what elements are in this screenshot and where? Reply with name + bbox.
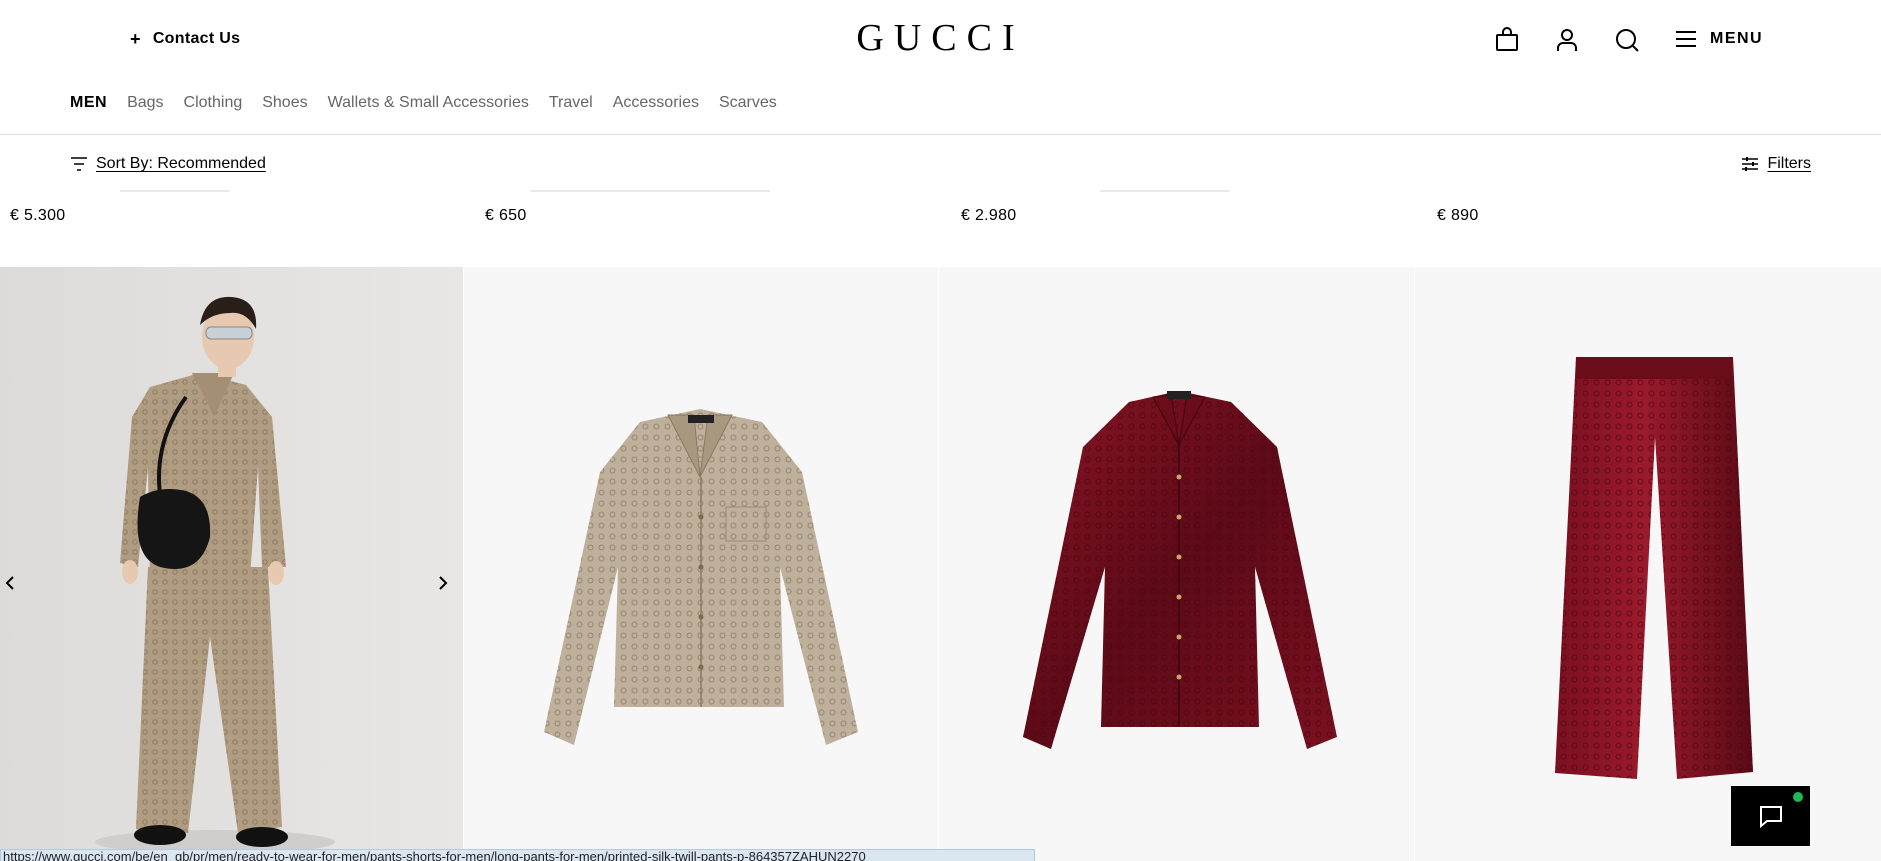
sort-button[interactable]: Sort By: Recommended bbox=[70, 155, 266, 173]
chevron-left-icon bbox=[5, 576, 14, 590]
gucci-logo[interactable]: GUCCI bbox=[848, 18, 1033, 58]
menu-button[interactable]: MENU bbox=[1674, 27, 1763, 51]
sliders-icon bbox=[1742, 157, 1759, 171]
previous-product-name-fragment bbox=[120, 190, 230, 192]
category-clothing[interactable]: Clothing bbox=[184, 94, 243, 112]
product-card-burgundy-shirt[interactable] bbox=[939, 267, 1414, 861]
site-header: + Contact Us GUCCI MENU bbox=[0, 0, 1881, 80]
category-nav: MEN Bags Clothing Shoes Wallets & Small … bbox=[70, 94, 777, 112]
category-shoes[interactable]: Shoes bbox=[262, 94, 307, 112]
product-price: € 5.300 bbox=[10, 207, 66, 224]
contact-us-label: Contact Us bbox=[152, 30, 241, 47]
header-divider bbox=[0, 134, 1881, 135]
product-image bbox=[939, 267, 1414, 861]
status-url: https://www.gucci.com/be/en_gb/pr/men/re… bbox=[0, 849, 1035, 861]
category-travel[interactable]: Travel bbox=[549, 94, 593, 112]
category-accessories[interactable]: Accessories bbox=[613, 94, 699, 112]
hamburger-icon bbox=[1676, 31, 1696, 47]
previous-product-name-fragment bbox=[530, 190, 770, 192]
category-bags[interactable]: Bags bbox=[127, 94, 163, 112]
product-image bbox=[1415, 267, 1881, 861]
category-scarves[interactable]: Scarves bbox=[719, 94, 777, 112]
chat-icon bbox=[1759, 806, 1782, 828]
previous-product-name-fragment bbox=[1100, 190, 1230, 192]
filters-button[interactable]: Filters bbox=[1741, 155, 1811, 173]
product-card-beige-shirt[interactable] bbox=[464, 267, 938, 861]
online-status-dot bbox=[1793, 792, 1803, 802]
product-card-model-look[interactable] bbox=[0, 267, 463, 861]
category-wallets[interactable]: Wallets & Small Accessories bbox=[328, 94, 529, 112]
sort-lines-icon bbox=[71, 157, 87, 171]
user-icon[interactable] bbox=[1554, 27, 1580, 53]
carousel-prev-button[interactable] bbox=[0, 572, 20, 594]
plus-icon: + bbox=[130, 29, 141, 49]
chat-button[interactable] bbox=[1731, 786, 1810, 846]
product-price: € 890 bbox=[1437, 207, 1479, 224]
product-price: € 2.980 bbox=[961, 207, 1017, 224]
carousel-next-button[interactable] bbox=[433, 572, 453, 594]
shopping-bag-icon[interactable] bbox=[1494, 27, 1520, 53]
product-image bbox=[464, 267, 938, 861]
product-image bbox=[0, 267, 463, 861]
sort-label: Sort By: Recommended bbox=[96, 155, 266, 172]
filters-label: Filters bbox=[1767, 155, 1811, 172]
product-price: € 650 bbox=[485, 207, 527, 224]
product-card-burgundy-pants[interactable] bbox=[1415, 267, 1881, 861]
category-men[interactable]: MEN bbox=[70, 94, 107, 112]
chevron-right-icon bbox=[439, 576, 448, 590]
contact-us-link[interactable]: + Contact Us bbox=[130, 30, 240, 48]
search-icon[interactable] bbox=[1614, 27, 1640, 53]
menu-label: MENU bbox=[1710, 30, 1764, 47]
